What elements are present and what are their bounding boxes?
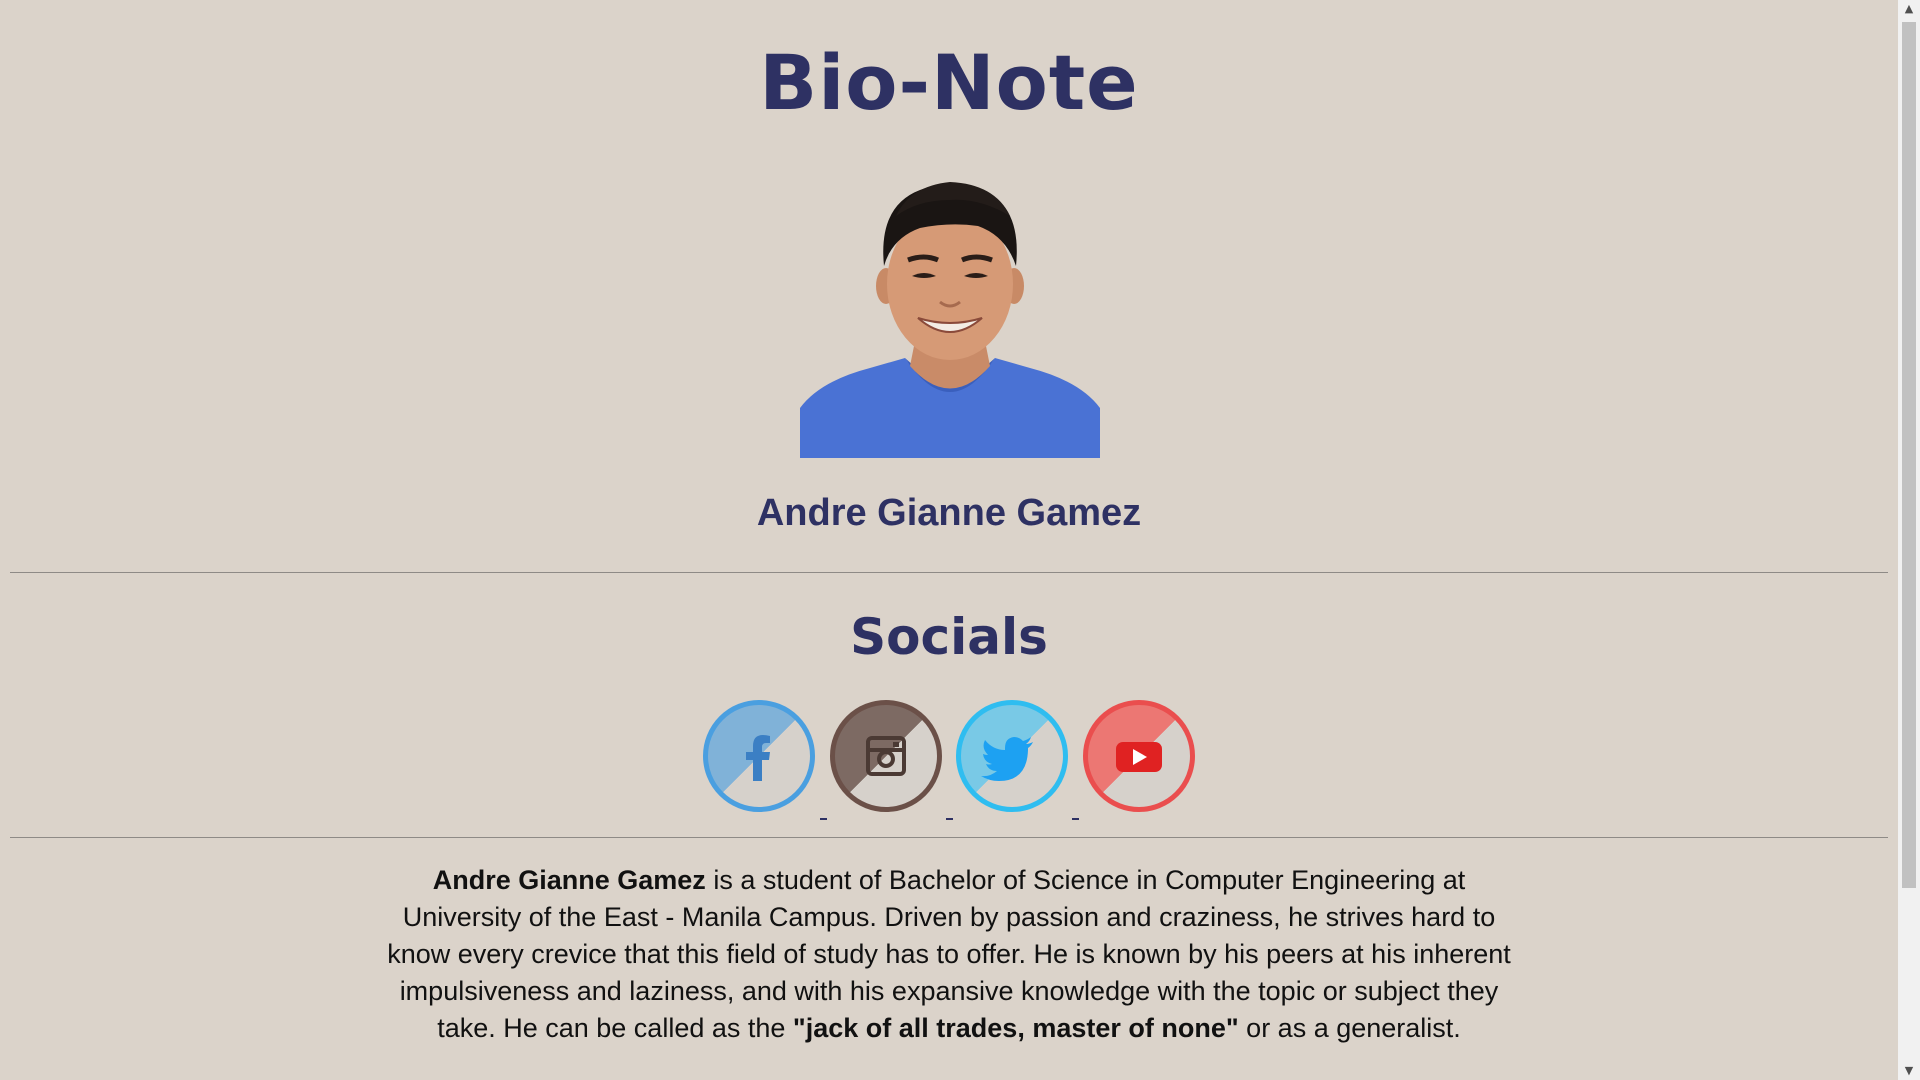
divider-top	[10, 572, 1888, 573]
twitter-icon	[981, 737, 1033, 781]
facebook-link[interactable]	[703, 700, 815, 812]
vertical-scrollbar[interactable]: ▲ ▼	[1898, 0, 1920, 1080]
person-name: Andre Gianne Gamez	[756, 492, 1142, 534]
bio-name: Andre Gianne Gamez	[432, 865, 706, 895]
twitter-link[interactable]	[956, 700, 1068, 812]
page-title: Bio-Note	[759, 38, 1139, 127]
bio-text-2: or as a generalist.	[1238, 1013, 1461, 1043]
facebook-icon	[746, 735, 770, 781]
youtube-link[interactable]	[1083, 700, 1195, 812]
scrollbar-thumb[interactable]	[1902, 22, 1916, 888]
bio-quote: "jack of all trades, master of none"	[792, 1013, 1239, 1043]
socials-heading: Socials	[850, 608, 1048, 666]
youtube-icon	[1116, 742, 1162, 772]
link-underline	[820, 818, 827, 820]
portrait-image	[800, 182, 1100, 458]
link-underline	[946, 818, 953, 820]
instagram-link[interactable]	[830, 700, 942, 812]
link-underline	[1072, 818, 1079, 820]
bio-paragraph: Andre Gianne Gamez is a student of Bache…	[380, 862, 1518, 1047]
bio-note-page: Bio-Note Andre Gianne Gamez Socials Andr…	[0, 0, 1898, 1080]
divider-bottom	[10, 837, 1888, 838]
scroll-down-arrow-icon[interactable]: ▼	[1898, 1062, 1920, 1080]
instagram-icon	[866, 736, 906, 776]
scroll-up-arrow-icon[interactable]: ▲	[1898, 0, 1920, 18]
portrait-photo	[800, 176, 1100, 458]
